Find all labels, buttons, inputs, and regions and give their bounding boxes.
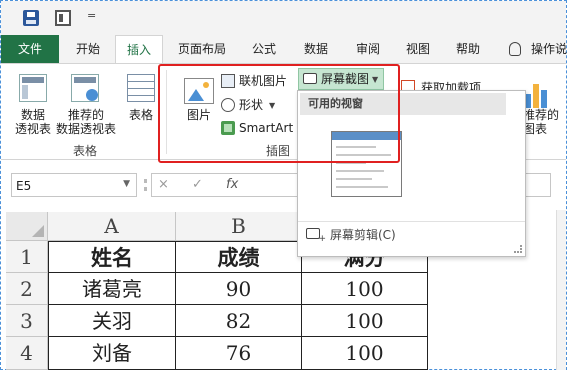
row-header-1[interactable]: 1 [6,241,48,273]
tab-home[interactable]: 开始 [63,35,113,63]
column-header-b[interactable]: B [176,212,302,241]
select-all-button[interactable] [6,212,48,241]
picture-icon[interactable] [184,78,214,104]
chevron-down-icon: ▼ [372,75,379,84]
tab-review[interactable]: 审阅 [345,35,391,63]
camera-icon [303,73,317,84]
column-header-a[interactable]: A [48,212,176,241]
lightbulb-icon [509,42,521,56]
group-divider [166,70,167,154]
name-box[interactable]: E5 ▼ [11,173,137,197]
online-pictures-button[interactable]: 联机图片 [239,74,287,88]
quick-access-toolbar: = [1,1,566,35]
table-button[interactable]: 表格 [121,108,161,122]
tab-view[interactable]: 视图 [395,35,441,63]
recommended-pivot-icon[interactable] [71,74,99,102]
chevron-down-icon: ▼ [269,101,276,110]
row-header-3[interactable]: 3 [6,305,48,337]
cell-a1[interactable]: 姓名 [48,241,176,273]
cell-a4[interactable]: 刘备 [48,337,176,370]
smartart-button[interactable]: SmartArt [239,121,293,135]
pivot-table-button[interactable]: 数据 透视表 [11,108,55,136]
window-icon[interactable] [55,10,71,26]
tab-page-layout[interactable]: 页面布局 [169,35,235,63]
customize-toolbar-icon[interactable]: = [87,9,103,25]
menu-divider [298,221,525,222]
ribbon-tabs: 文件 开始 插入 页面布局 公式 数据 审阅 视图 帮助 操作说 [1,35,567,64]
cell-b3[interactable]: 82 [176,305,302,337]
recommended-charts-icon[interactable] [525,78,551,108]
resize-handle[interactable] [144,179,147,191]
tab-help[interactable]: 帮助 [445,35,491,63]
cell-b1[interactable]: 成绩 [176,241,302,273]
save-icon[interactable] [23,10,39,26]
enter-icon[interactable]: ✓ [192,177,203,192]
vertical-scrollbar[interactable] [556,210,566,370]
cell-a2[interactable]: 诸葛亮 [48,273,176,305]
row-header-4[interactable]: 4 [6,337,48,370]
cancel-icon[interactable]: × [158,177,169,192]
screen-clipping-item[interactable]: 屏幕剪辑(C) [330,226,396,243]
tab-formulas[interactable]: 公式 [241,35,287,63]
window-thumbnail[interactable] [331,131,402,197]
group-label-illustrations: 插图 [266,144,291,158]
cell-a3[interactable]: 关羽 [48,305,176,337]
online-pictures-icon[interactable] [221,74,235,88]
recommended-charts-button[interactable]: 推荐的 图表 [523,108,563,136]
screenshot-label: 屏幕截图 [321,72,370,86]
cell-c3[interactable]: 100 [302,305,428,337]
fx-icon[interactable]: fx [226,177,238,192]
table-icon[interactable] [127,74,155,102]
shapes-button[interactable]: 形状 [239,98,263,112]
cell-c2[interactable]: 100 [302,273,428,305]
group-label-tables: 表格 [73,144,98,158]
smartart-icon[interactable] [221,121,235,135]
name-box-value: E5 [16,179,32,193]
tab-data[interactable]: 数据 [293,35,339,63]
resize-grip-icon[interactable] [514,245,522,253]
shapes-icon[interactable] [221,98,235,112]
recommended-pivot-button[interactable]: 推荐的 数据透视表 [51,108,121,136]
screenshot-dropdown: 可用的视窗 屏幕剪辑(C) [297,90,526,257]
tab-file[interactable]: 文件 [1,35,59,63]
screen-clipping-icon [306,228,326,244]
available-windows-header: 可用的视窗 [300,93,506,115]
chevron-down-icon: ▼ [123,179,130,189]
cell-b2[interactable]: 90 [176,273,302,305]
picture-button[interactable]: 图片 [181,108,217,122]
cell-c4[interactable]: 100 [302,337,428,370]
tell-me-search[interactable]: 操作说 [531,35,567,63]
row-header-2[interactable]: 2 [6,273,48,305]
tab-insert[interactable]: 插入 [115,35,163,64]
pivot-table-icon[interactable] [19,74,47,102]
cell-b4[interactable]: 76 [176,337,302,370]
